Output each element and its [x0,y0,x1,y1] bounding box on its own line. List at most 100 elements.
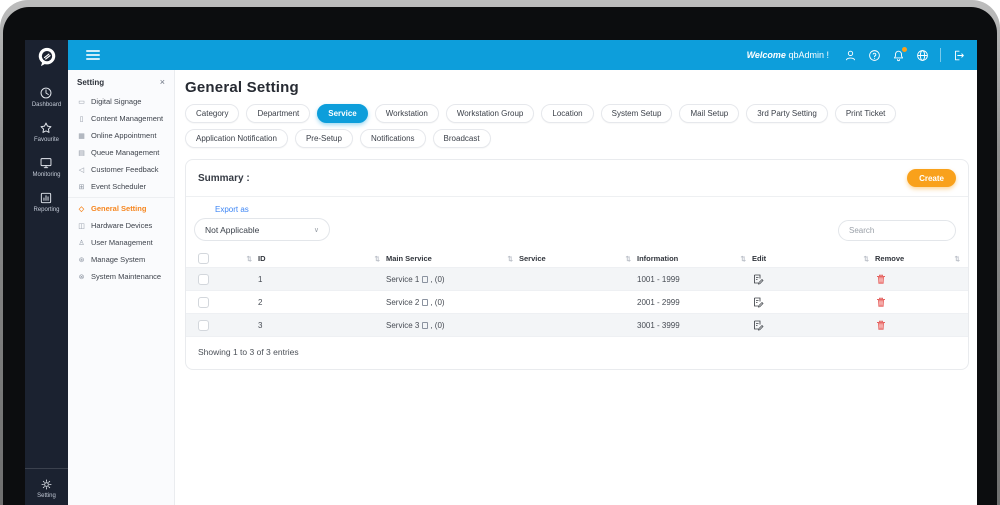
create-button[interactable]: Create [907,169,956,187]
user-icon[interactable] [844,49,857,62]
row-checkbox[interactable] [198,274,209,285]
tab-3rd-party-setting[interactable]: 3rd Party Setting [746,104,828,123]
cell-main-service: Service 3, (0) [386,321,519,330]
sort-icon[interactable]: ⇅ [955,255,966,263]
sidebar-item-queue-management[interactable]: ▤ Queue Management [68,144,174,161]
sidebar-item-online-appointment[interactable]: ▦ Online Appointment [68,127,174,144]
tab-location[interactable]: Location [541,104,593,123]
edit-note-icon [752,296,764,308]
monitor-icon [39,156,53,170]
image-placeholder-icon [422,276,428,283]
tab-application-notification[interactable]: Application Notification [185,129,288,148]
select-all-checkbox[interactable] [198,253,209,264]
rail-item-label: Setting [37,493,56,499]
delete-button[interactable] [875,296,887,308]
bell-icon[interactable] [892,49,905,62]
cell-main-service: Service 1, (0) [386,275,519,284]
welcome-text: Welcome qbAdmin ! [747,50,829,60]
sidebar-item-hardware-devices[interactable]: ◫ Hardware Devices [68,217,174,234]
app-logo[interactable] [25,40,68,74]
header-actions: Welcome qbAdmin ! [747,48,965,62]
close-icon[interactable]: × [160,78,165,87]
delete-button[interactable] [875,273,887,285]
tab-category[interactable]: Category [185,104,239,123]
sidebar-item-favourite[interactable]: Favourite [34,121,59,143]
tab-system-setup[interactable]: System Setup [601,104,673,123]
sort-icon[interactable]: ⇅ [508,255,519,263]
sidebar-item-event-scheduler[interactable]: ⊞ Event Scheduler [68,178,174,195]
tab-broadcast[interactable]: Broadcast [433,129,491,148]
tab-workstation-group[interactable]: Workstation Group [446,104,535,123]
cell-id: 2 [258,298,386,307]
gear-icon [40,478,53,491]
sort-icon[interactable]: ⇅ [247,255,258,263]
rail-nav: Dashboard Favourite Monitoring Reporting [32,86,61,468]
row-checkbox[interactable] [198,297,209,308]
sidebar-item-general-setting[interactable]: ◇ General Setting [68,200,174,217]
logout-icon[interactable] [952,49,965,62]
sidebar-title: Setting [77,78,104,87]
sidebar-item-setting[interactable]: Setting [25,468,68,505]
edit-note-icon [752,319,764,331]
table-row: 2 Service 2, (0) 2001 - 2999 [186,291,968,314]
sidebar-item-user-management[interactable]: ♙ User Management [68,234,174,251]
column-header-edit: Edit [752,254,766,263]
image-placeholder-icon [422,299,428,306]
export-format-dropdown[interactable]: Not Applicable ∨ [194,218,330,241]
row-checkbox[interactable] [198,320,209,331]
globe-icon[interactable] [916,49,929,62]
tab-mail-setup[interactable]: Mail Setup [679,104,739,123]
sort-icon[interactable]: ⇅ [741,255,752,263]
export-as-link[interactable]: Export as [215,205,330,214]
sort-icon[interactable]: ⇅ [864,255,875,263]
header-divider [940,48,941,62]
sort-icon[interactable]: ⇅ [626,255,637,263]
primary-sidebar: Dashboard Favourite Monitoring Reporting… [25,40,68,505]
cell-id: 1 [258,275,386,284]
edit-button[interactable] [752,273,764,285]
sidebar-item-reporting[interactable]: Reporting [33,191,59,213]
sidebar-item-digital-signage[interactable]: ▭ Digital Signage [68,93,174,110]
summary-title: Summary : [198,173,250,184]
sidebar-item-dashboard[interactable]: Dashboard [32,86,61,108]
sidebar-item-content-management[interactable]: ▯ Content Management [68,110,174,127]
top-header: Welcome qbAdmin ! [68,40,977,70]
diamond-icon: ◇ [77,205,86,213]
sidebar-item-monitoring[interactable]: Monitoring [32,156,60,178]
edit-button[interactable] [752,296,764,308]
page-title: General Setting [185,79,969,96]
column-header-service: Service [519,254,546,263]
chevron-down-icon: ∨ [314,226,319,234]
column-header-main-service: Main Service [386,254,432,263]
rail-item-label: Dashboard [32,102,61,108]
device-bezel: Dashboard Favourite Monitoring Reporting… [3,7,997,505]
trash-icon [875,273,887,285]
rail-item-label: Favourite [34,137,59,143]
trash-icon [875,296,887,308]
delete-button[interactable] [875,319,887,331]
help-icon[interactable] [868,49,881,62]
tab-service[interactable]: Service [317,104,367,123]
users-icon: ♙ [77,239,86,247]
device-frame: Dashboard Favourite Monitoring Reporting… [0,0,1000,505]
app-screen: Dashboard Favourite Monitoring Reporting… [25,40,977,505]
summary-table: ⇅ ID⇅ Main Service⇅ Service⇅ Information… [186,250,968,337]
tab-workstation[interactable]: Workstation [375,104,439,123]
hamburger-menu-icon[interactable] [86,50,100,60]
sort-icon[interactable]: ⇅ [375,255,386,263]
tab-department[interactable]: Department [246,104,310,123]
sidebar-item-system-maintenance[interactable]: ⊗ System Maintenance [68,268,174,285]
tab-notifications[interactable]: Notifications [360,129,426,148]
table-entries-info: Showing 1 to 3 of 3 entries [186,337,968,369]
table-row: 1 Service 1, (0) 1001 - 1999 [186,268,968,291]
sidebar-item-customer-feedback[interactable]: ◁ Customer Feedback [68,161,174,178]
sidebar-item-manage-system[interactable]: ⊛ Manage System [68,251,174,268]
rail-item-label: Reporting [33,207,59,213]
event-icon: ⊞ [77,183,86,191]
edit-button[interactable] [752,319,764,331]
summary-card: Summary : Create Export as Not Applicabl… [185,159,969,370]
tab-print-ticket[interactable]: Print Ticket [835,104,897,123]
search-input[interactable] [838,220,956,241]
tab-pre-setup[interactable]: Pre-Setup [295,129,353,148]
cell-information: 2001 - 2999 [637,298,752,307]
